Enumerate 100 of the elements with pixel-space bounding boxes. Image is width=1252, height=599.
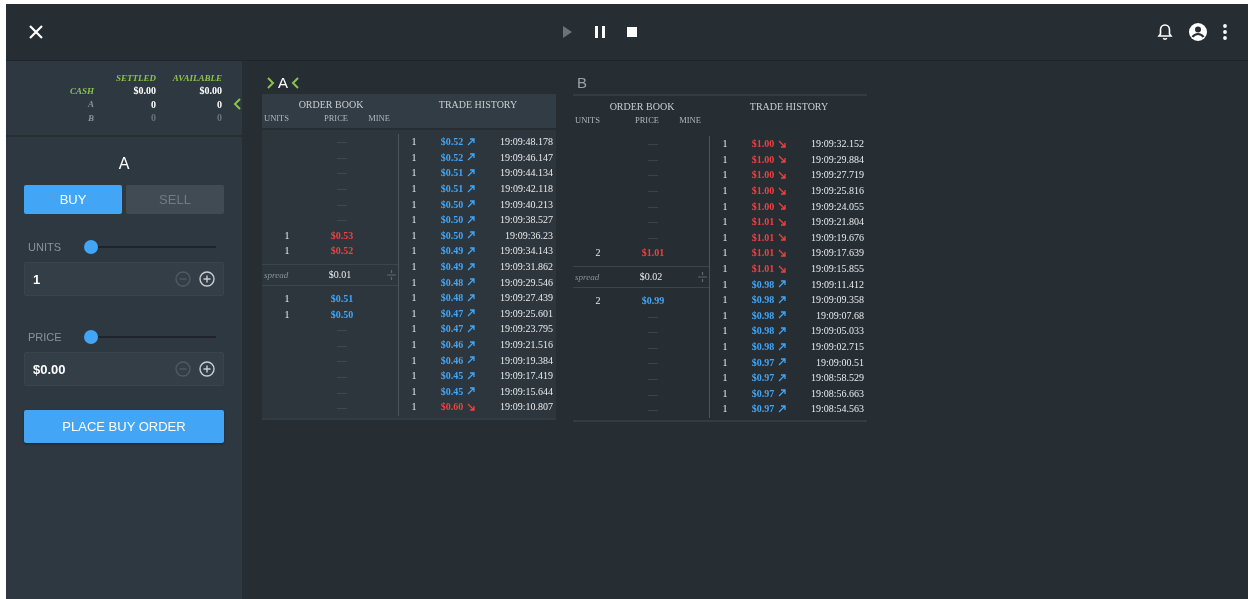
units-cell-text: 2: [594, 295, 602, 307]
units-cell-text: 1: [410, 229, 418, 241]
price-cell-text: $0.53: [329, 229, 355, 241]
plus-button[interactable]: [199, 361, 215, 377]
order-book-title: ORDER BOOK: [297, 99, 365, 110]
price-cell: $0.48: [440, 276, 464, 288]
price-cell-text: —: [336, 167, 348, 179]
time-cell-text: 19:09:38.527: [498, 214, 553, 226]
price-cell-text: —: [336, 339, 348, 351]
sort-icon[interactable]: [698, 271, 707, 282]
units-cell-text: 1: [721, 263, 729, 275]
price-cell-text: —: [647, 357, 659, 369]
number-field[interactable]: $0.00: [24, 352, 224, 386]
time-cell-text: 19:09:29.884: [809, 153, 864, 165]
time-cell-text: 19:09:46.147: [498, 151, 553, 163]
time-cell-text: 19:08:54.563: [809, 403, 864, 415]
price-cell-text: —: [647, 200, 659, 212]
price-cell-text: —: [647, 388, 659, 400]
units-cell-text: 1: [283, 293, 291, 305]
close-button[interactable]: [28, 24, 44, 40]
field-value: 1: [33, 271, 41, 287]
price-cell: $1.00: [751, 153, 775, 165]
holding-label: B: [87, 112, 94, 123]
time-cell-text: 19:08:58.529: [809, 372, 864, 384]
chevron-right-icon: [266, 76, 275, 89]
units-cell-text: 1: [283, 229, 291, 241]
price-cell-text: —: [647, 341, 659, 353]
time-cell-text: 19:09:27.719: [809, 169, 864, 181]
number-field[interactable]: 1: [24, 262, 224, 296]
available-value: $0.00: [198, 85, 222, 96]
price-cell: $0.97: [751, 356, 775, 368]
price-cell-text: —: [647, 326, 659, 338]
units-cell-text: 1: [410, 339, 418, 350]
more-menu-button[interactable]: [1222, 23, 1228, 41]
slider-thumb[interactable]: [84, 240, 98, 254]
price-cell-text: —: [336, 324, 348, 336]
price-cell: $0.97: [751, 403, 775, 415]
time-cell-text: 19:09:48.178: [498, 136, 553, 148]
slider-thumb[interactable]: [84, 330, 98, 344]
slider-track[interactable]: [84, 240, 216, 254]
units-cell-text: 1: [721, 231, 729, 243]
price-cell: $0.48: [440, 292, 464, 304]
price-cell: $0.60: [440, 401, 464, 413]
price-cell: $0.97: [751, 387, 775, 399]
time-cell-text: 19:09:34.143: [498, 245, 553, 257]
market-name[interactable]: A: [278, 74, 288, 91]
time-cell-text: 19:09:24.055: [809, 200, 864, 212]
units-cell-text: 1: [721, 247, 729, 259]
time-cell-text: 19:09:19.384: [498, 354, 553, 366]
bell-button[interactable]: [1156, 23, 1174, 41]
price-cell-text: —: [647, 404, 659, 416]
time-cell-text: 19:09:19.676: [809, 231, 864, 243]
units-cell-text: 1: [410, 385, 418, 397]
market-name[interactable]: B: [577, 74, 587, 91]
price-cell-text: —: [647, 153, 659, 165]
holding-label: CASH: [69, 85, 94, 96]
stop-button[interactable]: [624, 24, 640, 40]
order-book-title: ORDER BOOK: [608, 101, 676, 112]
price-cell-text: —: [336, 183, 348, 195]
field-label: PRICE: [28, 331, 63, 343]
price-cell: $1.01: [751, 263, 775, 275]
price-cell-text: —: [336, 136, 348, 148]
price-cell: $0.98: [751, 294, 775, 306]
price-cell: $0.98: [751, 309, 775, 321]
pause-button[interactable]: [592, 24, 608, 40]
price-cell-text: —: [647, 185, 659, 197]
units-cell-text: 1: [721, 341, 729, 352]
units-cell-text: 1: [721, 372, 729, 384]
price-cell: $0.49: [440, 261, 464, 273]
price-cell: $0.98: [751, 341, 775, 352]
price-cell: $1.01: [751, 216, 775, 228]
price-cell: $1.00: [751, 169, 775, 181]
price-cell-text: $1.01: [640, 247, 666, 259]
time-cell-text: 19:09:11.412: [810, 278, 864, 290]
price-cell: $0.50: [440, 214, 464, 226]
plus-button[interactable]: [199, 271, 215, 287]
price-cell-text: $0.52: [329, 245, 355, 257]
time-cell-text: 19:09:02.715: [809, 341, 864, 352]
settled-value: 0: [150, 112, 156, 123]
price-cell-text: —: [336, 198, 348, 210]
price-cell-text: —: [336, 402, 348, 414]
slider-track[interactable]: [84, 330, 216, 344]
price-cell: $0.46: [440, 339, 464, 350]
units-cell-text: 1: [721, 185, 729, 197]
trade-history-title: TRADE HISTORY: [437, 99, 519, 110]
available-value: 0: [216, 112, 222, 123]
price-cell: $1.00: [751, 185, 775, 197]
column-header: PRICE: [633, 115, 661, 125]
time-cell-text: 19:09:36.23: [503, 229, 553, 241]
time-cell-text: 19:09:23.795: [498, 323, 553, 335]
price-cell: $0.52: [440, 151, 464, 163]
units-cell-text: 1: [721, 200, 729, 212]
column-header: UNITS: [574, 115, 602, 125]
price-cell-text: —: [647, 216, 659, 228]
units-cell-text: 1: [410, 261, 418, 273]
form-title: A: [117, 155, 131, 173]
account-button[interactable]: [1188, 22, 1208, 42]
units-cell-text: 1: [721, 294, 729, 306]
units-cell-text: 1: [410, 276, 418, 288]
price-cell: $0.49: [440, 245, 464, 257]
